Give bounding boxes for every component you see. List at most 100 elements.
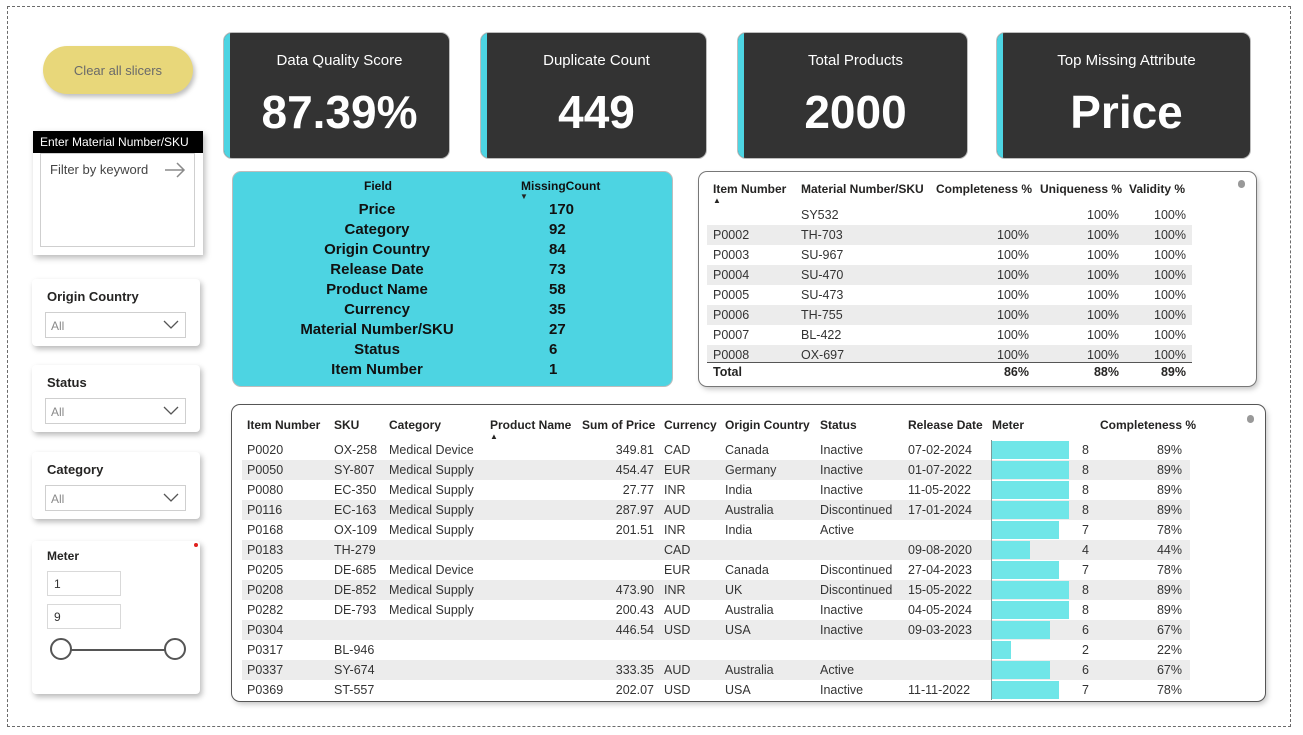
- table-row[interactable]: P0006 TH-755 100% 100% 100%: [707, 305, 1192, 325]
- table-row[interactable]: P0337 SY-674 333.35 AUD Australia Active 6 67%: [242, 660, 1190, 680]
- qt-total-validity: 89%: [1160, 365, 1186, 379]
- qt-total-row: Total 86% 88% 89%: [707, 362, 1192, 383]
- table-row[interactable]: P0282 DE-793 Medical Supply 200.43 AUD Austra…: [242, 600, 1190, 620]
- dt-meter-value: 8: [1082, 583, 1089, 597]
- table-row[interactable]: P0050 SY-807 Medical Supply 454.47 EUR German…: [242, 460, 1190, 480]
- table-row[interactable]: SY532 100% 100%: [707, 205, 1192, 225]
- dt-status: Discontinued: [820, 563, 893, 577]
- kpi-title: Total Products: [807, 52, 904, 69]
- table-row[interactable]: P0168 OX-109 Medical Supply 201.51 INR India A…: [242, 520, 1190, 540]
- meter-slider-max-handle[interactable]: [164, 638, 186, 660]
- dt-header-product-name[interactable]: Product Name: [490, 418, 571, 432]
- missing-table-row[interactable]: Origin Country 84: [233, 241, 672, 261]
- table-row[interactable]: P0208 DE-852 Medical Supply 473.90 INR UK Disc…: [242, 580, 1190, 600]
- qt-header-validity[interactable]: Validity %: [1129, 182, 1185, 196]
- kpi-card-top-missing-attribute: Top Missing Attribute Price: [997, 33, 1250, 158]
- kpi-card-duplicate-count: Duplicate Count 449: [481, 33, 706, 158]
- meter-bar: [991, 441, 1069, 459]
- chevron-down-icon: [163, 492, 179, 506]
- kpi-value: 449: [558, 86, 635, 138]
- qt-header-completeness[interactable]: Completeness %: [936, 182, 1032, 196]
- missing-table-row[interactable]: Item Number 1: [233, 361, 672, 381]
- dt-header-completeness[interactable]: Completeness %: [1100, 418, 1196, 432]
- missing-count-header[interactable]: MissingCount: [521, 179, 600, 193]
- dt-header-sku[interactable]: SKU: [334, 418, 359, 432]
- dt-status: Inactive: [820, 483, 864, 497]
- clear-all-slicers-button[interactable]: Clear all slicers: [43, 46, 193, 94]
- meter-slider-track[interactable]: [62, 649, 176, 651]
- missing-count-table: Field MissingCount ▼ Price 170 Category 92 O…: [233, 172, 672, 386]
- meter-bar: [991, 601, 1069, 619]
- missing-table-row[interactable]: Category 92: [233, 221, 672, 241]
- origin-country-slicer-title: Origin Country: [47, 289, 139, 304]
- dt-meter-value: 6: [1082, 623, 1089, 637]
- qt-sku: OX-697: [801, 348, 845, 362]
- qt-header-uniqueness[interactable]: Uniqueness %: [1040, 182, 1122, 196]
- missing-table-row[interactable]: Material Number/SKU 27: [233, 321, 672, 341]
- qt-header-item-number[interactable]: Item Number: [713, 182, 786, 196]
- missing-table-row[interactable]: Release Date 73: [233, 261, 672, 281]
- dt-header-origin-country[interactable]: Origin Country: [725, 418, 810, 432]
- dt-header-category[interactable]: Category: [389, 418, 441, 432]
- qt-item-number: P0006: [713, 308, 750, 322]
- meter-bar: [991, 481, 1069, 499]
- table-row[interactable]: P0317 BL-946 2 22%: [242, 640, 1190, 660]
- dt-header-item-number[interactable]: Item Number: [247, 418, 320, 432]
- kpi-title: Data Quality Score: [276, 52, 403, 69]
- chevron-down-icon: [163, 319, 179, 333]
- dt-origin-country: Canada: [725, 563, 769, 577]
- qt-item-number: P0007: [713, 328, 750, 342]
- dt-origin-country: Australia: [725, 503, 774, 517]
- category-dropdown[interactable]: All: [45, 485, 186, 511]
- table-row[interactable]: P0004 SU-470 100% 100% 100%: [707, 265, 1192, 285]
- table-row[interactable]: P0007 BL-422 100% 100% 100%: [707, 325, 1192, 345]
- dt-status: Inactive: [820, 443, 864, 457]
- table-row[interactable]: P0205 DE-685 Medical Device EUR Canada Discon…: [242, 560, 1190, 580]
- dt-sum-of-price: 473.90: [615, 583, 654, 597]
- dt-origin-country: India: [725, 523, 753, 537]
- table-row[interactable]: P0183 TH-279 CAD 09-08-2020 4 44%: [242, 540, 1190, 560]
- arrow-right-icon[interactable]: [164, 162, 186, 183]
- qt-completeness: 100%: [997, 328, 1029, 342]
- sku-search-input[interactable]: Filter by keyword: [40, 153, 195, 247]
- missing-table-row[interactable]: Product Name 58: [233, 281, 672, 301]
- missing-field-count: 27: [549, 321, 566, 338]
- qt-header-sku[interactable]: Material Number/SKU: [801, 182, 924, 196]
- missing-field-header[interactable]: Field: [364, 179, 392, 193]
- origin-country-dropdown[interactable]: All: [45, 312, 186, 338]
- meter-axis-line: [991, 560, 992, 580]
- dt-header-status[interactable]: Status: [820, 418, 857, 432]
- table-row[interactable]: P0304 446.54 USD USA Inactive 09-03-2023 6 67%: [242, 620, 1190, 640]
- dt-currency: AUD: [664, 503, 691, 517]
- dt-header-release-date[interactable]: Release Date: [908, 418, 983, 432]
- dt-status: Discontinued: [820, 503, 893, 517]
- qt-validity: 100%: [1154, 248, 1186, 262]
- scrollbar-thumb[interactable]: [1247, 415, 1254, 423]
- table-row[interactable]: P0369 ST-557 202.07 USD USA Inactive 11-11-202…: [242, 680, 1190, 700]
- table-row[interactable]: P0002 TH-703 100% 100% 100%: [707, 225, 1192, 245]
- dt-sku: DE-793: [334, 603, 377, 617]
- meter-max-input[interactable]: 9: [47, 604, 121, 629]
- table-row[interactable]: P0005 SU-473 100% 100% 100%: [707, 285, 1192, 305]
- dt-status: Inactive: [820, 463, 864, 477]
- meter-bar: [991, 461, 1069, 479]
- status-dropdown[interactable]: All: [45, 398, 186, 424]
- missing-table-row[interactable]: Price 170: [233, 201, 672, 221]
- table-row[interactable]: P0003 SU-967 100% 100% 100%: [707, 245, 1192, 265]
- table-row[interactable]: P0116 EC-163 Medical Supply 287.97 AUD Austra…: [242, 500, 1190, 520]
- table-row[interactable]: P0020 OX-258 Medical Device 349.81 CAD Canada…: [242, 440, 1190, 460]
- scrollbar-thumb[interactable]: [1238, 180, 1245, 188]
- dt-header-meter[interactable]: Meter: [992, 418, 1024, 432]
- meter-slider-min-handle[interactable]: [50, 638, 72, 660]
- meter-axis-line: [991, 620, 992, 640]
- dt-item-number: P0183: [247, 543, 284, 557]
- dt-header-currency[interactable]: Currency: [664, 418, 717, 432]
- dt-release-date: 09-03-2023: [908, 623, 972, 637]
- missing-table-row[interactable]: Status 6: [233, 341, 672, 361]
- dt-origin-country: Canada: [725, 443, 769, 457]
- table-row[interactable]: P0080 EC-350 Medical Supply 27.77 INR India In…: [242, 480, 1190, 500]
- meter-min-input[interactable]: 1: [47, 571, 121, 596]
- dt-currency: USD: [664, 683, 691, 697]
- dt-header-sum-of-price[interactable]: Sum of Price: [582, 418, 655, 432]
- missing-table-row[interactable]: Currency 35: [233, 301, 672, 321]
